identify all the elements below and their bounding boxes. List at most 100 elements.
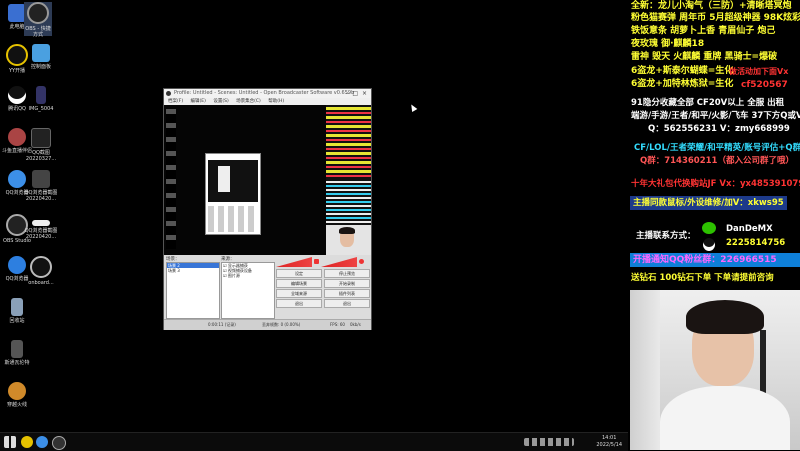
desktop-volume-meter[interactable] bbox=[276, 257, 312, 267]
overlay-line: 开播通知QQ粉丝群：226966515 bbox=[630, 253, 800, 267]
obs-logo-icon bbox=[166, 91, 171, 96]
desktop-icon-obs-shortcut[interactable]: OBS - 快捷方式 bbox=[24, 2, 52, 38]
quit-button[interactable]: 退出 bbox=[324, 299, 370, 308]
close-icon[interactable]: × bbox=[362, 89, 367, 98]
overlay-line: CF/LOL/王者荣耀/和平精英/账号评估+Q群 bbox=[634, 143, 800, 153]
desktop-icon-label: onboard... bbox=[28, 280, 54, 286]
window-frame bbox=[630, 290, 660, 450]
desktop-icon-img[interactable]: IMG_5004 bbox=[24, 86, 58, 112]
desktop-icon-label: 穿越火线 bbox=[6, 402, 27, 408]
desktop-icon-screenshot-3[interactable]: QQ浏览器截图20220420... bbox=[24, 214, 58, 240]
desktop-icon-screenshot-2[interactable]: QQ浏览器截图20220420... bbox=[24, 170, 58, 202]
minimize-icon[interactable]: – bbox=[346, 89, 349, 98]
overlay-line: 主播同款鼠标/外设维修/加V：xkws95 bbox=[630, 196, 787, 210]
tray-icons[interactable] bbox=[524, 438, 574, 446]
obs-titlebar[interactable]: Profile: Untitled - Scenes: Untitled - O… bbox=[164, 89, 371, 98]
qq-taskbar-icon[interactable] bbox=[36, 436, 48, 448]
status-dropped-frames: 丢弃帧数: 0 (0.00%) bbox=[262, 322, 301, 327]
webcam-feed bbox=[630, 290, 800, 450]
start-recording-button[interactable]: 开始录制 bbox=[324, 279, 370, 288]
yy-taskbar-icon[interactable] bbox=[21, 436, 33, 448]
preview-desktop bbox=[164, 105, 326, 255]
preview-icons bbox=[166, 109, 176, 249]
overlay-line: 91隐分收藏全部 CF20V以上 全服 出租 bbox=[631, 98, 785, 108]
overlay-line: 雷神 毁天 火麒麟 重牌 黑骑士=爆破 bbox=[631, 52, 778, 62]
settings-button[interactable]: 设定 bbox=[276, 269, 322, 278]
desktop-icon-screenshot-1[interactable]: QQ截图20220327... bbox=[24, 128, 58, 162]
clock-time: 14:01 bbox=[601, 435, 617, 441]
overlay-line: Q：562556231 V：zmy668999 bbox=[648, 124, 790, 134]
taskbar: 14:01 2022/5/14 bbox=[0, 432, 628, 451]
overlay-line: 主播联系方式： bbox=[636, 231, 696, 241]
desktop-icon-label: OBS - 快捷方式 bbox=[25, 26, 51, 38]
mic-volume-meter[interactable] bbox=[321, 257, 357, 267]
status-fps: FPS: 60 bbox=[330, 322, 345, 327]
obs-icon bbox=[27, 2, 49, 24]
source-item[interactable]: ☑ 图片源 bbox=[222, 273, 274, 278]
menu-edit[interactable]: 编辑(E) bbox=[191, 99, 206, 104]
obs-title: Profile: Untitled - Scenes: Untitled - O… bbox=[174, 90, 355, 96]
overlay-line: 铁饭意条 胡萝卜上香 青眉仙子 炮己 bbox=[631, 26, 776, 36]
scenes-list[interactable]: 场景 2 场景 3 bbox=[166, 262, 220, 319]
desktop-icon-document[interactable]: 斯通瓦伦特 bbox=[0, 340, 34, 366]
speaker-icon[interactable] bbox=[314, 259, 319, 264]
logitech-icon bbox=[30, 256, 52, 278]
desktop-icon-label: 回收站 bbox=[9, 318, 25, 324]
overlay-line: Q群：714360211（都入公司群了哦） bbox=[640, 156, 794, 166]
desktop-icon-label: 斯通瓦伦特 bbox=[4, 360, 30, 366]
desktop-icon-crossfire[interactable]: 穿越火线 bbox=[0, 382, 34, 408]
overlay-line: 十年大礼包代换购站JF Vx：yx485391079 bbox=[631, 179, 800, 189]
global-sources-button[interactable]: 全域来源 bbox=[276, 289, 322, 298]
taskbar-clock[interactable]: 14:01 2022/5/14 bbox=[596, 435, 622, 449]
exit-button[interactable]: 退出 bbox=[276, 299, 322, 308]
overlay-line: 全新：龙儿小淘气（三防）+清晰塔冥炮 bbox=[631, 1, 792, 11]
maximize-icon[interactable]: □ bbox=[352, 89, 358, 98]
desktop-icon-recycle-bin[interactable]: 回收站 bbox=[0, 298, 34, 324]
preview-overlay bbox=[326, 105, 371, 255]
overlay-line: 送钻石 100钻石下单 下单请提前咨询 bbox=[631, 273, 774, 283]
crossfire-icon bbox=[8, 382, 26, 400]
desktop-icon-label: QQ浏览器截图20220420... bbox=[24, 228, 58, 240]
preview-nested-obs bbox=[205, 153, 261, 235]
image-file-icon bbox=[31, 128, 51, 148]
desktop-icon-label: YY开播 bbox=[8, 68, 26, 74]
wechat-icon bbox=[702, 222, 716, 234]
recycle-bin-icon bbox=[11, 298, 23, 316]
obs-taskbar-icon[interactable] bbox=[52, 436, 66, 450]
obs-control-panel: 场景： 来源： 场景 2 场景 3 ☑ 显示器捕获 ☑ 视频捕获设备 ☑ 图片源… bbox=[164, 255, 371, 330]
menu-help[interactable]: 帮助(H) bbox=[268, 99, 284, 104]
overlay-line: 夜玫瑰 御·麒麟18 bbox=[631, 39, 705, 49]
mic-icon[interactable] bbox=[359, 259, 364, 264]
overlay-line: cf520567 bbox=[741, 80, 788, 90]
start-windows-icon[interactable] bbox=[4, 436, 16, 448]
desktop-icon-label: QQ浏览器截图20220420... bbox=[24, 190, 58, 202]
desktop-icon-label: IMG_5004 bbox=[28, 106, 54, 112]
overlay-line: 做活动加下面Vx bbox=[729, 67, 789, 76]
sources-list[interactable]: ☑ 显示器捕获 ☑ 视频捕获设备 ☑ 图片源 bbox=[221, 262, 275, 319]
stop-preview-button[interactable]: 停止预览 bbox=[324, 269, 370, 278]
menu-settings[interactable]: 设置(S) bbox=[213, 99, 228, 104]
overlay-line: 端游/手游/王者/和平/火影/飞车 37下方Q或V bbox=[631, 111, 800, 121]
overlay-line: 6盗龙+加特林炼狱=生化 bbox=[631, 79, 734, 89]
desktop-icon-control-panel[interactable]: 控制面板 bbox=[24, 44, 58, 70]
qq-icon bbox=[703, 238, 715, 251]
desktop: 此电脑 OBS - 快捷方式 YY开播 控制面板 腾讯QQ IMG_5004 斗… bbox=[0, 0, 628, 432]
overlay-line: 粉色猫赛弹 周年币 5月超级神器 98K炫彩 bbox=[631, 13, 800, 23]
desktop-icon-label: 控制面板 bbox=[30, 64, 51, 70]
menu-file[interactable]: 档案(F) bbox=[168, 99, 183, 104]
desktop-icon-onboard[interactable]: onboard... bbox=[24, 256, 58, 286]
overlay-line: 2225814756 bbox=[726, 238, 786, 248]
control-panel-icon bbox=[32, 44, 50, 62]
menu-scene-collection[interactable]: 场景集合(C) bbox=[236, 99, 261, 104]
status-bitrate: 0kb/s bbox=[350, 322, 361, 327]
streamer-hair bbox=[686, 300, 764, 334]
clock-date: 2022/5/14 bbox=[596, 442, 622, 448]
obs-window: Profile: Untitled - Scenes: Untitled - O… bbox=[163, 88, 372, 330]
edit-scene-button[interactable]: 编辑场景 bbox=[276, 279, 322, 288]
image-file-icon bbox=[36, 86, 46, 104]
desktop-icon-label: QQ截图20220327... bbox=[25, 150, 57, 162]
mouse-cursor-icon bbox=[408, 102, 418, 113]
plugins-button[interactable]: 插件列表 bbox=[324, 289, 370, 298]
obs-menubar: 档案(F) 编辑(E) 设置(S) 场景集合(C) 帮助(H) bbox=[164, 98, 371, 105]
scene-item[interactable]: 场景 3 bbox=[167, 268, 219, 273]
